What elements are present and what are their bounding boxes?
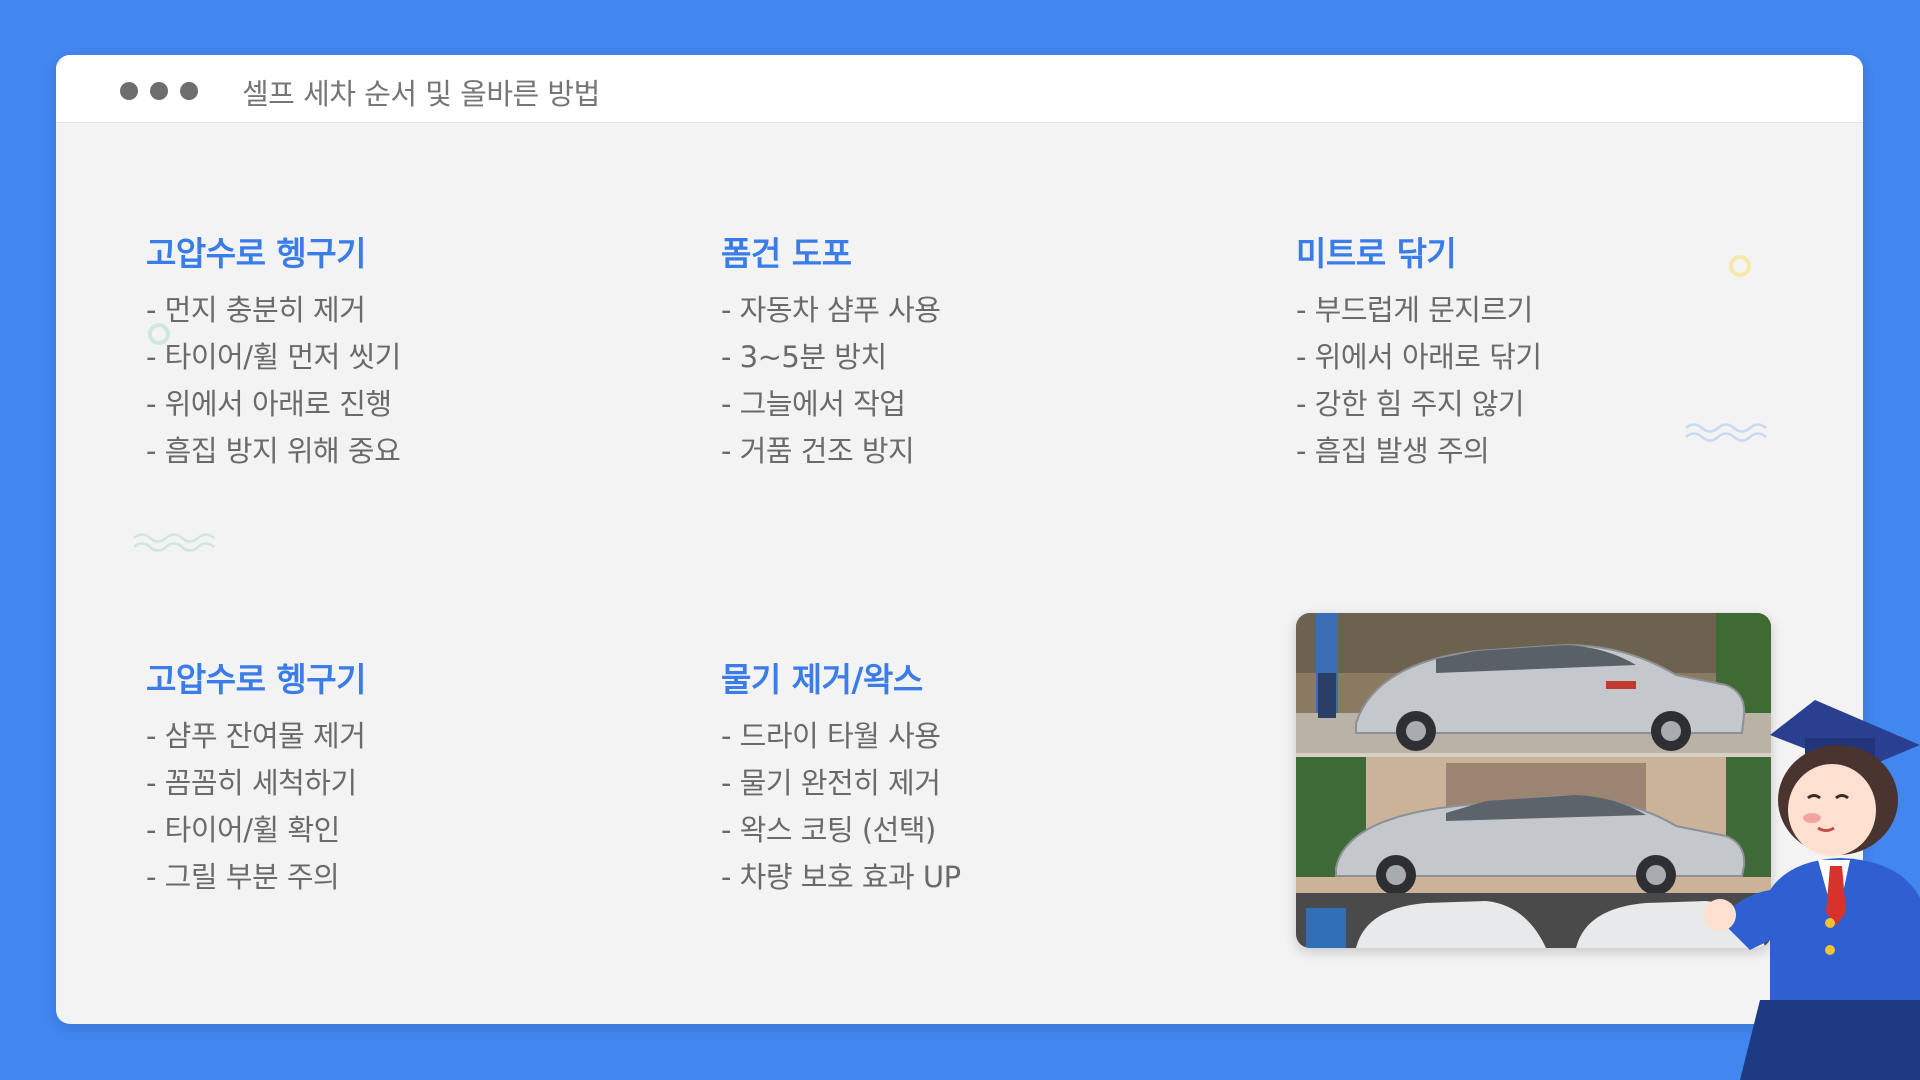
step-block: 물기 제거/왁스 - 드라이 타월 사용 - 물기 완전히 제거 - 왁스 코팅… [721, 653, 961, 901]
step-title: 고압수로 헹구기 [146, 660, 367, 699]
step-block: 고압수로 헹구기 - 먼지 충분히 제거 - 타이어/휠 먼저 씻기 - 위에서… [146, 227, 401, 475]
ring-decoration-icon [1729, 255, 1751, 277]
wave-decoration-icon [1685, 423, 1767, 442]
list-item: - 흠집 발생 주의 [1296, 434, 1490, 468]
list-item: - 강한 힘 주지 않기 [1296, 387, 1525, 421]
step-list: - 먼지 충분히 제거 - 타이어/휠 먼저 씻기 - 위에서 아래로 진행 -… [146, 287, 401, 475]
list-item: - 자동차 샴푸 사용 [721, 293, 941, 327]
step-list: - 드라이 타월 사용 - 물기 완전히 제거 - 왁스 코팅 (선택) - 차… [721, 713, 961, 901]
list-item: - 흠집 방지 위해 중요 [146, 434, 401, 468]
step-title: 고압수로 헹구기 [146, 234, 367, 273]
list-item: - 물기 완전히 제거 [721, 766, 941, 800]
list-item: - 샴푸 잔여물 제거 [146, 719, 366, 753]
step-list: - 자동차 샴푸 사용 - 3~5분 방치 - 그늘에서 작업 - 거품 건조 … [721, 287, 941, 475]
list-item: - 왁스 코팅 (선택) [721, 813, 936, 847]
list-item: - 그릴 부분 주의 [146, 860, 340, 894]
step-list: - 부드럽게 문지르기 - 위에서 아래로 닦기 - 강한 힘 주지 않기 - … [1296, 287, 1542, 475]
step-list: - 샴푸 잔여물 제거 - 꼼꼼히 세척하기 - 타이어/휠 확인 - 그릴 부… [146, 713, 366, 901]
list-item: - 꼼꼼히 세척하기 [146, 766, 357, 800]
step-block: 고압수로 헹구기 - 샴푸 잔여물 제거 - 꼼꼼히 세척하기 - 타이어/휠 … [146, 653, 367, 901]
list-item: - 먼지 충분히 제거 [146, 293, 366, 327]
list-item: - 위에서 아래로 닦기 [1296, 340, 1542, 374]
step-block: 폼건 도포 - 자동차 샴푸 사용 - 3~5분 방치 - 그늘에서 작업 - … [721, 227, 941, 475]
step-title: 폼건 도포 [721, 234, 852, 273]
list-item: - 위에서 아래로 진행 [146, 387, 392, 421]
list-item: - 그늘에서 작업 [721, 387, 906, 421]
window-titlebar: 셀프 세차 순서 및 올바른 방법 [56, 55, 1863, 123]
list-item: - 타이어/휠 확인 [146, 813, 340, 847]
window-control-dot-icon[interactable] [150, 82, 168, 100]
window-control-dot-icon[interactable] [120, 82, 138, 100]
graduate-girl-character-icon [1704, 700, 1920, 1080]
list-item: - 부드럽게 문지르기 [1296, 293, 1533, 327]
step-title: 물기 제거/왁스 [721, 660, 923, 699]
list-item: - 타이어/휠 먼저 씻기 [146, 340, 401, 374]
step-title: 미트로 닦기 [1296, 234, 1457, 273]
wave-decoration-icon [133, 533, 215, 552]
window-control-dot-icon[interactable] [180, 82, 198, 100]
presentation-window: 셀프 세차 순서 및 올바른 방법 고압수로 헹구기 - 먼지 충분히 제거 -… [56, 55, 1863, 1024]
list-item: - 3~5분 방치 [721, 340, 887, 374]
window-title: 셀프 세차 순서 및 올바른 방법 [242, 77, 600, 111]
list-item: - 드라이 타월 사용 [721, 719, 941, 753]
list-item: - 차량 보호 효과 UP [721, 860, 961, 894]
step-block: 미트로 닦기 - 부드럽게 문지르기 - 위에서 아래로 닦기 - 강한 힘 주… [1296, 227, 1542, 475]
list-item: - 거품 건조 방지 [721, 434, 915, 468]
